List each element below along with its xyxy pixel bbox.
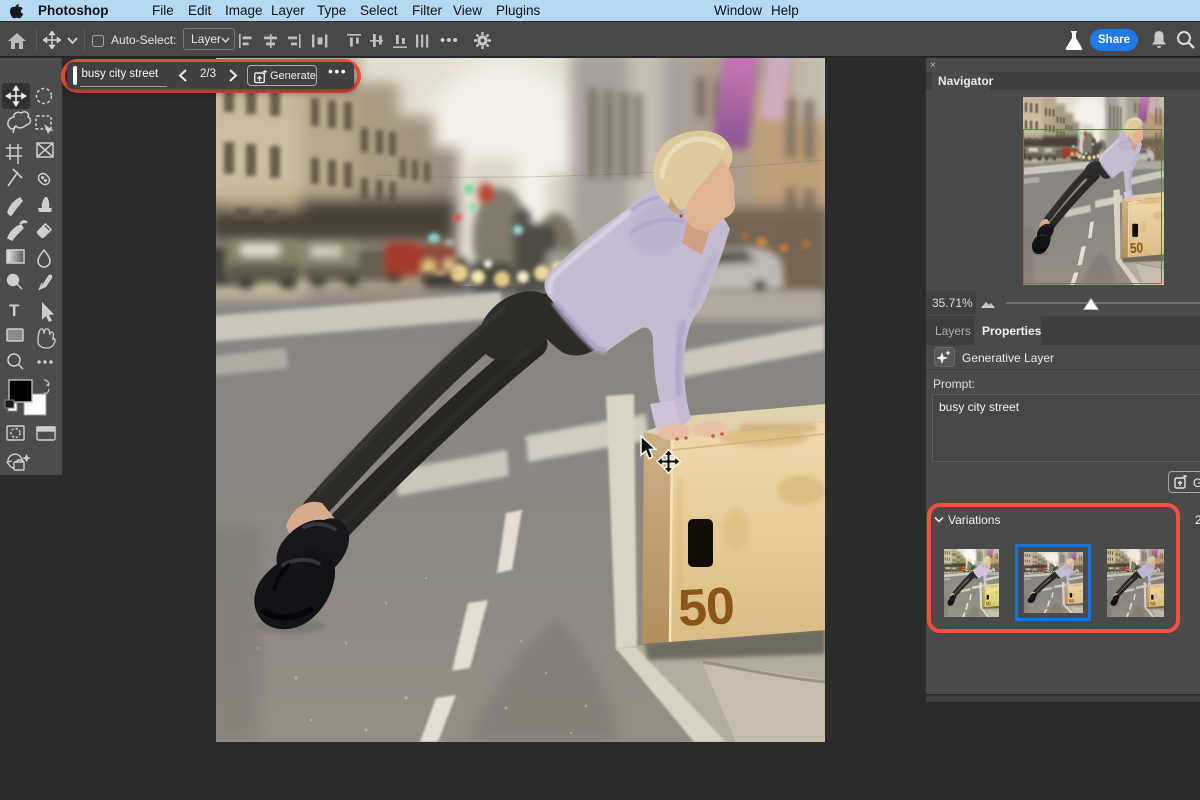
svg-text:T: T xyxy=(9,301,20,320)
svg-text:50: 50 xyxy=(677,577,736,638)
